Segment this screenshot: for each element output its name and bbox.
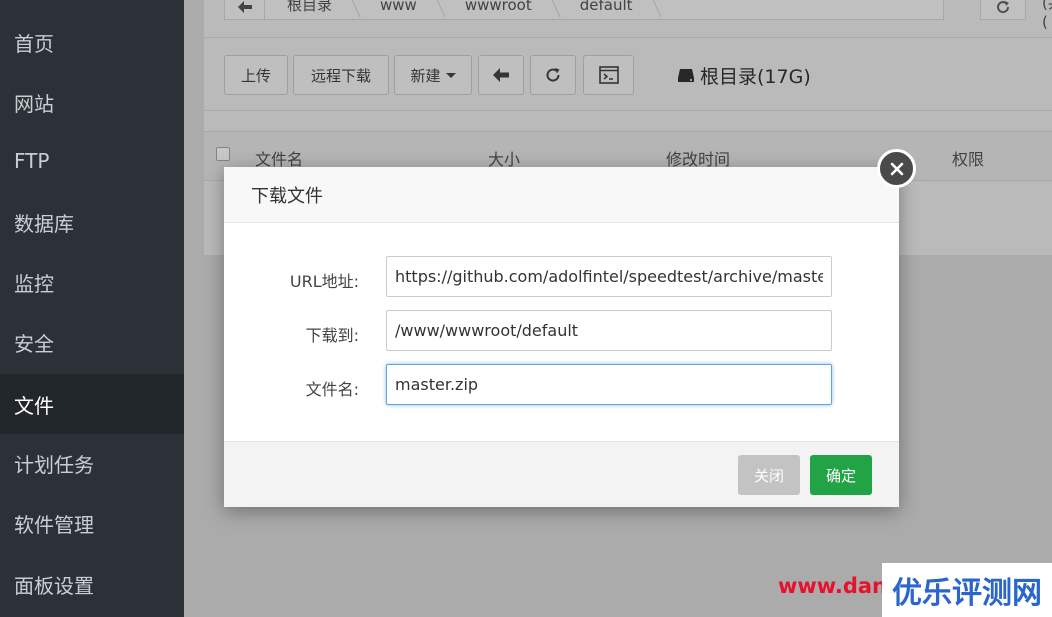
- sidebar-item-database[interactable]: 数据库: [0, 192, 184, 252]
- confirm-button[interactable]: 确定: [810, 455, 872, 495]
- sidebar-item-home[interactable]: 首页: [0, 12, 184, 72]
- sidebar-item-website[interactable]: 网站: [0, 72, 184, 132]
- sidebar-item-settings[interactable]: 面板设置: [0, 554, 184, 614]
- url-label: URL地址:: [289, 272, 359, 291]
- close-button[interactable]: 关闭: [738, 455, 800, 495]
- sidebar-item-files[interactable]: 文件: [0, 374, 184, 434]
- dialog-close-icon[interactable]: [877, 149, 916, 188]
- sidebar-item-label: 面板设置: [14, 573, 94, 598]
- download-to-label: 下载到:: [305, 326, 359, 345]
- sidebar-item-security[interactable]: 安全: [0, 312, 184, 372]
- download-file-dialog: 下载文件 URL地址: 下载到: 文件名: 关闭 确定: [224, 167, 899, 507]
- sidebar-item-label: 网站: [14, 91, 54, 116]
- sidebar-item-monitor[interactable]: 监控: [0, 252, 184, 312]
- sidebar-item-cron[interactable]: 计划任务: [0, 433, 184, 493]
- watermark-url: www.dan: [778, 574, 887, 598]
- sidebar-item-label: FTP: [14, 149, 50, 173]
- sidebar-item-label: 监控: [14, 271, 54, 296]
- sidebar-item-label: 软件管理: [14, 512, 94, 537]
- download-path-input[interactable]: [386, 310, 832, 351]
- watermark-brand: 优乐评测网: [882, 563, 1052, 617]
- sidebar-item-label: 首页: [14, 31, 54, 56]
- dialog-body: URL地址: 下载到: 文件名:: [224, 223, 899, 441]
- sidebar-item-label: 文件: [14, 393, 54, 418]
- url-input[interactable]: [386, 256, 832, 297]
- sidebar-item-software[interactable]: 软件管理: [0, 493, 184, 553]
- sidebar-item-ftp[interactable]: FTP: [0, 131, 184, 191]
- filename-label: 文件名:: [305, 380, 359, 399]
- sidebar-item-label: 计划任务: [14, 452, 94, 477]
- dialog-title: 下载文件: [224, 167, 899, 223]
- sidebar: 首页 网站 FTP 数据库 监控 安全 文件 计划任务 软件管理 面板设置: [0, 0, 184, 617]
- filename-input[interactable]: [386, 364, 832, 405]
- dialog-footer: 关闭 确定: [224, 441, 899, 507]
- sidebar-item-label: 数据库: [14, 211, 74, 236]
- sidebar-item-label: 安全: [14, 331, 54, 356]
